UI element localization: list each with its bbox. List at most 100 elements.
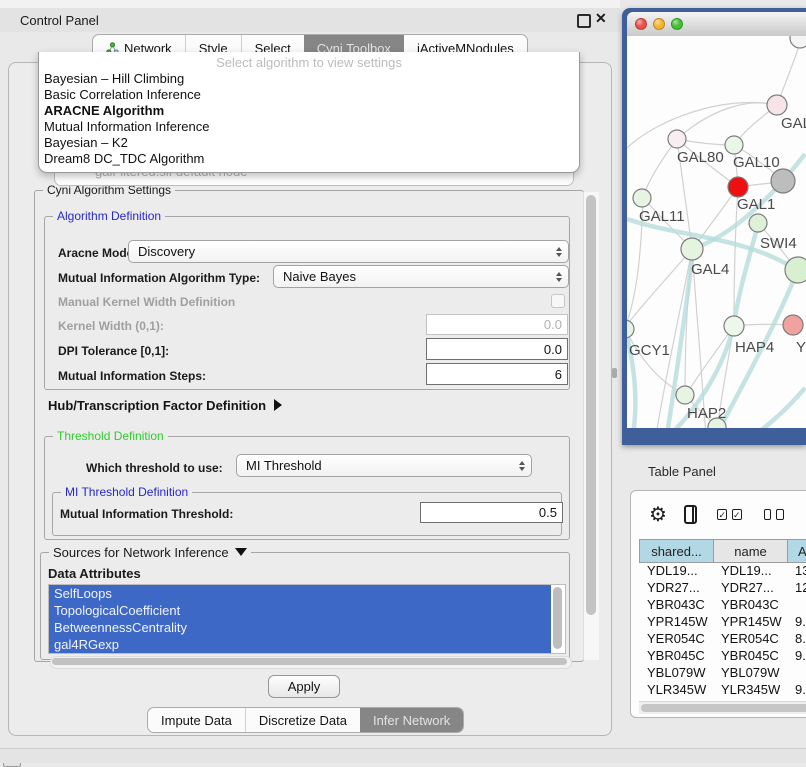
network-edge (677, 103, 777, 139)
table-row[interactable]: YLR345WYLR345W9. (639, 681, 806, 698)
column-header-shared[interactable]: shared... (639, 540, 713, 562)
table-row[interactable]: YER054CYER054C8. (639, 630, 806, 647)
attributes-vertical-scrollbar[interactable] (553, 587, 562, 649)
bottom-tab-infer-network[interactable]: Infer Network (360, 708, 463, 732)
manual-kernel-checkbox[interactable] (551, 294, 565, 308)
collapsed-arrow-icon (274, 399, 282, 411)
splitter-handle[interactable] (612, 368, 617, 378)
apply-button[interactable]: Apply (268, 675, 340, 698)
mac-minimize-icon[interactable] (653, 18, 665, 30)
table-row[interactable]: YDL19...YDL19...13 (639, 562, 806, 579)
attribute-item-gal4rgexp[interactable]: gal4RGexp (49, 636, 551, 653)
column-header-name[interactable]: name (713, 540, 787, 562)
data-attributes-label: Data Attributes (48, 566, 141, 581)
hub-section-toggle[interactable]: Hub/Transcription Factor Definition (48, 398, 282, 413)
table-row[interactable]: YPR145WYPR145W9. (639, 613, 806, 630)
table-cell: 9. (787, 613, 806, 630)
settings-horizontal-scrollbar[interactable] (50, 656, 572, 669)
which-threshold-label: Which threshold to use: (86, 461, 223, 475)
network-selector-combo[interactable]: galFiltered.sif default node (54, 171, 574, 186)
table-cell: YDL19... (639, 562, 713, 579)
node-gal80[interactable] (668, 130, 686, 148)
dpi-tolerance-field[interactable]: 0.0 (426, 338, 568, 360)
table-cell: YBR043C (713, 596, 787, 613)
attribute-item-betweennesscentrality[interactable]: BetweennessCentrality (49, 619, 551, 636)
algorithm-option-mutual-information-inference[interactable]: Mutual Information Inference (39, 119, 579, 135)
settings-vertical-scrollbar[interactable] (583, 192, 599, 660)
table-row[interactable]: YDR27...YDR27...12 (639, 579, 806, 596)
table-cell (787, 596, 806, 613)
mi-type-combo[interactable]: Naive Bayes (273, 265, 569, 288)
float-panel-icon[interactable] (577, 14, 591, 28)
attribute-item-selfloops[interactable]: SelfLoops (49, 585, 551, 602)
select-all-icon[interactable]: ✓ (717, 509, 727, 520)
table-cell: YER054C (713, 630, 787, 647)
gear-icon[interactable]: ⚙ (649, 502, 667, 527)
algorithm-dropdown-placeholder: Select algorithm to view settings (39, 54, 579, 71)
node-gal11[interactable] (633, 189, 651, 207)
kernel-width-field: 0.0 (426, 314, 568, 335)
algorithm-dropdown-popup: Select algorithm to view settings Bayesi… (38, 52, 580, 173)
column-header-a[interactable]: A (787, 540, 806, 562)
bottom-tab-discretize-data[interactable]: Discretize Data (245, 708, 360, 732)
attribute-item-topologicalcoefficient[interactable]: TopologicalCoefficient (49, 602, 551, 619)
kernel-width-label: Kernel Width (0,1): (58, 319, 164, 333)
algorithm-option-aracne-algorithm[interactable]: ARACNE Algorithm (39, 103, 579, 119)
node-gal11-label: GAL11 (639, 208, 685, 225)
control-panel-titlebar: Control Panel ✕ (0, 8, 620, 32)
node-gal4[interactable] (681, 238, 703, 260)
node-partial-top[interactable] (790, 36, 806, 48)
sources-legend[interactable]: Sources for Network Inference (49, 545, 251, 560)
table-row[interactable]: YBL079WYBL079W (639, 664, 806, 681)
mac-zoom-icon[interactable] (671, 18, 683, 30)
close-panel-icon[interactable]: ✕ (595, 10, 607, 27)
node-gcy1[interactable] (627, 320, 634, 338)
algorithm-option-bayesian-hill-climbing[interactable]: Bayesian – Hill Climbing (39, 71, 579, 87)
node-gray[interactable] (771, 169, 795, 193)
node-gal2[interactable] (767, 95, 787, 115)
columns-icon[interactable] (684, 505, 698, 524)
table-row[interactable]: YBR043CYBR043C (639, 596, 806, 613)
algorithm-option-bayesian-k2[interactable]: Bayesian – K2 (39, 135, 579, 151)
node-salmon-label: Y (796, 339, 806, 356)
node-gal4-label: GAL4 (691, 261, 729, 278)
deselect-all-icon[interactable] (776, 509, 784, 520)
network-edge (643, 139, 677, 197)
table-cell: 9. (787, 681, 806, 698)
table-cell: 12 (787, 579, 806, 596)
node-big-green[interactable] (785, 257, 806, 283)
table-cell: YDR27... (713, 579, 787, 596)
mi-threshold-field[interactable]: 0.5 (420, 502, 563, 523)
algorithm-option-dream8-dc-tdc-algorithm[interactable]: Dream8 DC_TDC Algorithm (39, 151, 579, 167)
table-row[interactable]: YBR045CYBR045C9. (639, 647, 806, 664)
algorithm-option-basic-correlation-inference[interactable]: Basic Correlation Inference (39, 87, 579, 103)
mi-type-label: Mutual Information Algorithm Type: (58, 271, 260, 285)
bottom-tab-impute-data[interactable]: Impute Data (148, 708, 245, 732)
combo-stepper-icon (556, 272, 562, 282)
mi-threshold-label: Mutual Information Threshold: (60, 507, 233, 521)
table-horizontal-scrollbar[interactable] (639, 701, 806, 714)
combo-stepper-icon (519, 461, 525, 471)
algorithm-definition-legend: Algorithm Definition (53, 209, 165, 223)
node-hap2[interactable] (676, 386, 694, 404)
node-gal10[interactable] (725, 136, 743, 154)
node-swi4[interactable] (749, 214, 767, 232)
table-cell: YDR27... (639, 579, 713, 596)
network-window-titlebar[interactable] (627, 12, 806, 36)
data-attributes-list[interactable]: SelfLoopsTopologicalCoefficientBetweenne… (48, 584, 566, 654)
node-swi4-label: SWI4 (760, 235, 797, 252)
mi-steps-field[interactable]: 6 (426, 363, 568, 385)
node-salmon[interactable] (783, 315, 803, 335)
node-hap4[interactable] (724, 316, 744, 336)
node-gal1-label: GAL1 (737, 196, 775, 213)
combo-stepper-icon (556, 247, 562, 257)
table-panel: ⚙ ✓ ✓ shared...nameA YDL19...YDL19...13Y… (630, 490, 806, 718)
which-threshold-combo[interactable]: MI Threshold (236, 454, 532, 477)
network-canvas[interactable]: GALGAL80GAL10GAL1GAL11SWI4GAL4HAP4YGCY1H… (627, 36, 806, 428)
node-gal1[interactable] (728, 177, 748, 197)
mac-close-icon[interactable] (635, 18, 647, 30)
select-all-icon[interactable]: ✓ (732, 509, 742, 520)
threshold-definition-legend: Threshold Definition (53, 429, 168, 443)
deselect-all-icon[interactable] (764, 509, 772, 520)
aracne-mode-combo[interactable]: Discovery (128, 240, 569, 263)
